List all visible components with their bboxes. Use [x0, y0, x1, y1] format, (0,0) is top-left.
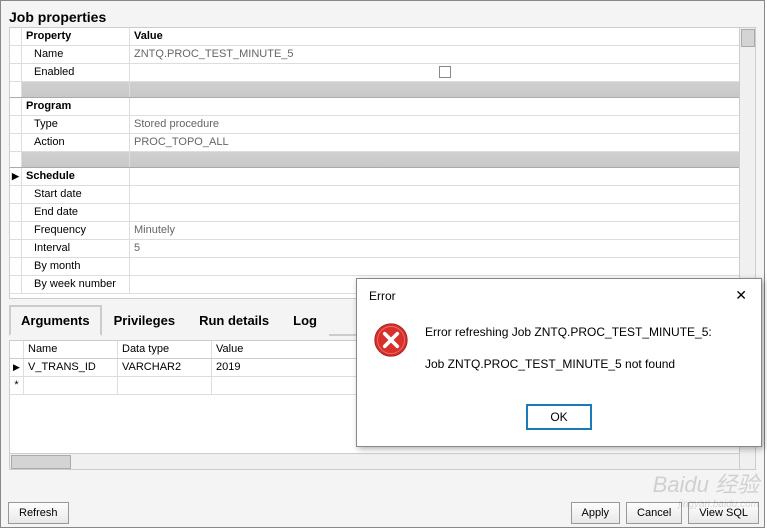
checkbox-icon[interactable] [439, 66, 451, 78]
scrollbar-thumb[interactable] [11, 455, 71, 469]
header-value: Value [130, 28, 755, 45]
label-bymonth: By month [22, 258, 130, 275]
label-startdate: Start date [22, 186, 130, 203]
section-schedule: ▶ Schedule ▾ [10, 168, 755, 186]
value-startdate[interactable] [130, 186, 755, 203]
row-name[interactable]: Name ZNTQ.PROC_TEST_MINUTE_5 [10, 46, 755, 64]
label-type: Type [22, 116, 130, 133]
arg-name[interactable]: V_TRANS_ID [24, 359, 118, 376]
value-enabled[interactable] [130, 64, 755, 81]
row-startdate[interactable]: Start date [10, 186, 755, 204]
label-interval: Interval [22, 240, 130, 257]
row-marker: ▶ [10, 359, 24, 376]
header-property: Property [22, 28, 130, 45]
row-interval[interactable]: Interval 5 [10, 240, 755, 258]
value-name[interactable]: ZNTQ.PROC_TEST_MINUTE_5 [130, 46, 755, 63]
separator [10, 152, 755, 168]
tab-privileges[interactable]: Privileges [102, 305, 187, 336]
row-enabled[interactable]: Enabled [10, 64, 755, 82]
label-frequency: Frequency [22, 222, 130, 239]
refresh-button[interactable]: Refresh [8, 502, 69, 524]
value-type[interactable]: Stored procedure▾ [130, 116, 755, 133]
page-title: Job properties [9, 5, 756, 27]
label-byweeknumber: By week number [22, 276, 130, 293]
row-bymonth[interactable]: By month [10, 258, 755, 276]
dialog-titlebar: Error ✕ [357, 279, 761, 308]
error-dialog: Error ✕ Error refreshing Job ZNTQ.PROC_T… [356, 278, 762, 447]
row-frequency[interactable]: Frequency Minutely [10, 222, 755, 240]
arg-datatype[interactable]: VARCHAR2 [118, 359, 212, 376]
label-enddate: End date [22, 204, 130, 221]
bottom-button-bar: Refresh Apply Cancel View SQL [8, 502, 759, 524]
row-action[interactable]: Action PROC_TOPO_ALL… [10, 134, 755, 152]
scrollbar-vertical[interactable] [739, 28, 755, 298]
tab-arguments[interactable]: Arguments [9, 305, 102, 336]
value-action[interactable]: PROC_TOPO_ALL… [130, 134, 755, 151]
value-frequency[interactable]: Minutely [130, 222, 755, 239]
dialog-body: Error refreshing Job ZNTQ.PROC_TEST_MINU… [357, 308, 761, 396]
value-bymonth[interactable] [130, 258, 755, 275]
label-name: Name [22, 46, 130, 63]
scrollbar-thumb[interactable] [741, 29, 755, 47]
grid-header-row: Property Value [10, 28, 755, 46]
row-type[interactable]: Type Stored procedure▾ [10, 116, 755, 134]
cancel-button[interactable]: Cancel [626, 502, 682, 524]
dialog-message: Error refreshing Job ZNTQ.PROC_TEST_MINU… [425, 322, 712, 386]
tab-log[interactable]: Log [281, 305, 329, 336]
close-icon[interactable]: ✕ [731, 287, 751, 304]
dialog-title-text: Error [369, 289, 396, 303]
label-action: Action [22, 134, 130, 151]
label-enabled: Enabled [22, 64, 130, 81]
error-line1: Error refreshing Job ZNTQ.PROC_TEST_MINU… [425, 322, 712, 342]
error-line2: Job ZNTQ.PROC_TEST_MINUTE_5 not found [425, 354, 712, 374]
apply-button[interactable]: Apply [571, 502, 621, 524]
error-icon [373, 322, 409, 358]
args-header-datatype: Data type [118, 341, 212, 358]
args-header-name: Name [24, 341, 118, 358]
viewsql-button[interactable]: View SQL [688, 502, 759, 524]
scrollbar-horizontal[interactable] [10, 453, 739, 469]
property-grid: Property Value Name ZNTQ.PROC_TEST_MINUT… [9, 27, 756, 299]
row-enddate[interactable]: End date [10, 204, 755, 222]
value-enddate[interactable] [130, 204, 755, 221]
row-marker [10, 28, 22, 45]
job-properties-panel: Job properties Property Value Name ZNTQ.… [0, 0, 765, 528]
section-program: Program ▾ [10, 98, 755, 116]
value-interval[interactable]: 5 [130, 240, 755, 257]
new-row-marker: * [10, 377, 24, 394]
ok-button[interactable]: OK [526, 404, 591, 430]
tab-rundetails[interactable]: Run details [187, 305, 281, 336]
row-marker-current: ▶ [10, 168, 22, 185]
dialog-buttons: OK [357, 396, 761, 446]
separator: ▾ [10, 82, 755, 98]
